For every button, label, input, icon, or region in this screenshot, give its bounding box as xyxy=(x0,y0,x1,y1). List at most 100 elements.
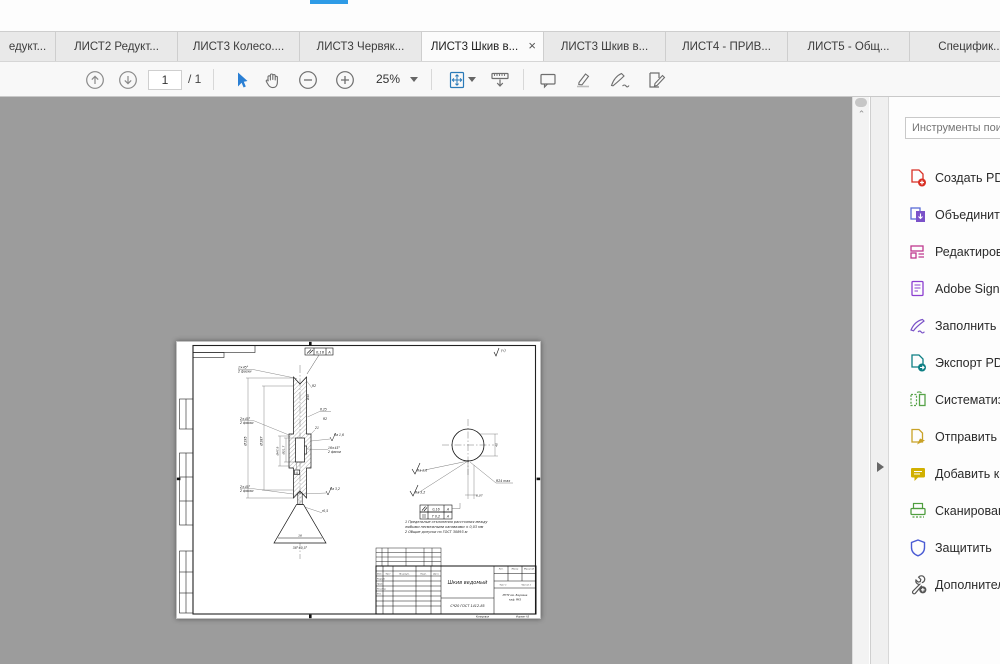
dim-label: Ø21,7 xyxy=(281,445,286,455)
plus-circle-icon xyxy=(335,70,355,90)
tool-item-create-pdf[interactable]: Создать PDF xyxy=(889,159,1000,196)
page-fit-icon xyxy=(447,70,467,90)
tab-document-4-active[interactable]: ЛИСТ3 Шкив в... × xyxy=(421,31,544,61)
add-comment-icon xyxy=(908,464,928,484)
tb-row: Н.контр. xyxy=(377,589,387,591)
tool-item-edit-pdf[interactable]: Редактировать PDF xyxy=(889,233,1000,270)
tool-item-more-tools[interactable]: Дополнительные инструменты xyxy=(889,566,1000,603)
fit-width-icon xyxy=(489,70,511,90)
chevron-down-icon[interactable] xyxy=(410,77,418,82)
tool-item-scan[interactable]: Сканирование и распознавание xyxy=(889,492,1000,529)
tool-item-export-pdf[interactable]: Экспорт PDF xyxy=(889,344,1000,381)
dim-label: (√) xyxy=(501,349,506,353)
tool-list: Создать PDF Объединить файлы Редактирова… xyxy=(889,159,1000,603)
zoom-in-button[interactable] xyxy=(334,69,356,91)
organization: МГТУ им. Баумана xyxy=(503,593,528,597)
tab-document-1[interactable]: ЛИСТ2 Редукт... xyxy=(55,31,178,61)
tb-header: Подп. xyxy=(420,574,427,576)
previous-page-button[interactable] xyxy=(84,69,106,91)
hand-tool-button[interactable] xyxy=(261,69,283,91)
tool-item-adobe-sign[interactable]: Adobe Sign xyxy=(889,270,1000,307)
highlight-tool-button[interactable] xyxy=(572,69,594,91)
tb-header: № докум. xyxy=(398,573,410,576)
tool-item-add-comment[interactable]: Добавить комментарий xyxy=(889,455,1000,492)
create-pdf-icon xyxy=(908,168,928,188)
tb-row: Утв. xyxy=(377,594,382,596)
tab-document-0[interactable]: едукт... xyxy=(0,31,56,61)
dim-label: Ra 3,2 xyxy=(330,487,340,491)
tb-row: Пров. xyxy=(377,584,383,586)
tab-document-7[interactable]: ЛИСТ5 - Общ... xyxy=(787,31,910,61)
fill-sign-icon xyxy=(646,70,668,90)
engineering-drawing-pulley: 0,16 А (√) xyxy=(176,341,541,619)
comment-bubble-icon xyxy=(538,70,558,90)
tool-item-send-review[interactable]: Отправить на рецензирование xyxy=(889,418,1000,455)
document-pane: 0,16 А (√) xyxy=(0,97,852,664)
page-display-button[interactable] xyxy=(446,69,468,91)
dim-label: 0,16 xyxy=(316,350,325,354)
hand-icon xyxy=(262,70,282,90)
active-document-accent-bar xyxy=(310,0,348,4)
scrollbar-thumb[interactable] xyxy=(855,98,867,107)
tab-label: ЛИСТ3 Червяк... xyxy=(317,41,405,53)
part-name: Шкив ведомый xyxy=(448,580,488,586)
organization: каф. РК5 xyxy=(509,598,521,602)
search-input[interactable] xyxy=(905,117,1000,139)
comment-tool-button[interactable] xyxy=(537,69,559,91)
tb-header: Дата xyxy=(432,574,439,576)
tb-header: Масса xyxy=(512,569,519,571)
tool-item-combine-files[interactable]: Объединить файлы xyxy=(889,196,1000,233)
tool-label: Защитить xyxy=(935,541,992,555)
dim-label: r0,5 xyxy=(322,509,328,513)
fill-sign-tool-button[interactable] xyxy=(646,69,668,91)
tool-item-fill-sign[interactable]: Заполнить и подписать xyxy=(889,307,1000,344)
tool-label: Создать PDF xyxy=(935,171,1000,185)
document-tabbar: едукт... ЛИСТ2 Редукт... ЛИСТ3 Колесо...… xyxy=(0,31,1000,62)
dim-label: Ø195 xyxy=(243,436,248,446)
export-pdf-icon xyxy=(908,353,928,373)
tab-document-2[interactable]: ЛИСТ3 Колесо.... xyxy=(177,31,300,61)
tab-document-8[interactable]: Специфик... xyxy=(909,31,1000,61)
panel-toggle-icon[interactable] xyxy=(877,462,884,472)
scroll-up-icon[interactable]: ⌃ xyxy=(853,109,870,120)
tool-item-protect[interactable]: Защитить xyxy=(889,529,1000,566)
footer-label: Формат А3 xyxy=(516,616,530,619)
minus-circle-icon xyxy=(298,70,318,90)
page-number-input[interactable] xyxy=(148,70,182,90)
tool-item-organize-pages[interactable]: Систематизировать страницы xyxy=(889,381,1000,418)
tab-document-5[interactable]: ЛИСТ3 Шкив в... xyxy=(543,31,666,61)
dim-label: Ø40 xyxy=(305,394,310,401)
fit-width-button[interactable] xyxy=(489,69,511,91)
dim-label: 40 xyxy=(495,443,499,447)
sign-tool-button[interactable] xyxy=(608,69,630,91)
tool-label: Редактировать PDF xyxy=(935,245,1000,259)
dim-label: Ø187 xyxy=(259,436,264,447)
note-line: 2 Общие допуски по ГОСТ 30893-м xyxy=(405,530,468,534)
select-tool-button[interactable] xyxy=(230,69,252,91)
dim-label: 2 фаски xyxy=(240,489,253,493)
toolbar-separator xyxy=(431,69,432,90)
zoom-out-button[interactable] xyxy=(297,69,319,91)
note-line: 1 Предельные отклонения расстояния между xyxy=(405,520,488,524)
tool-label: Отправить на рецензирование xyxy=(935,430,1000,444)
tools-panel: Создать PDF Объединить файлы Редактирова… xyxy=(889,97,1000,664)
dim-label: R2 xyxy=(323,417,327,421)
next-page-button[interactable] xyxy=(117,69,139,91)
dim-label: 2 фаски xyxy=(328,450,341,454)
close-icon[interactable]: × xyxy=(528,39,536,52)
tool-label: Экспорт PDF xyxy=(935,356,1000,370)
fill-sign-pen-icon xyxy=(908,316,928,336)
tab-label: ЛИСТ3 Колесо.... xyxy=(193,41,284,53)
zoom-level-value[interactable]: 25% xyxy=(376,72,400,86)
tool-label: Дополнительные инструменты xyxy=(935,578,1000,592)
send-review-icon xyxy=(908,427,928,447)
vertical-scrollbar[interactable]: ⌃ xyxy=(852,97,869,664)
tb-header: Лит. xyxy=(498,569,504,571)
dim-label: 0,16 xyxy=(432,507,439,511)
tab-document-3[interactable]: ЛИСТ3 Червяк... xyxy=(299,31,422,61)
dim-label: R24 max xyxy=(496,479,510,483)
dim-label: 16 xyxy=(298,534,302,538)
organize-pages-icon xyxy=(908,390,928,410)
chevron-down-icon[interactable] xyxy=(468,77,476,82)
tab-document-6[interactable]: ЛИСТ4 - ПРИВ... xyxy=(665,31,788,61)
